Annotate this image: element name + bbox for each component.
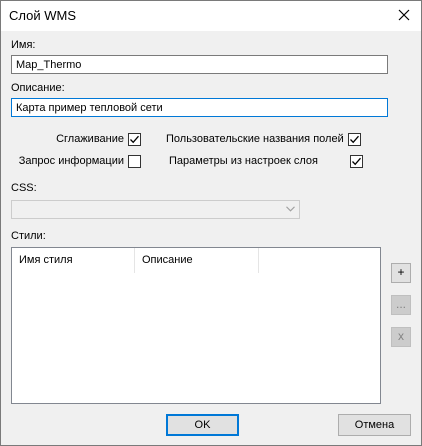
description-label: Описание: [11,82,65,94]
query-info-label: Запрос информации [18,154,124,167]
query-info-checkbox[interactable] [128,154,141,168]
styles-list-header: Имя стиля Описание [12,248,380,273]
wms-layer-dialog: Слой WMS Имя: Map_Thermo Описание: Карта… [0,0,422,446]
user-field-names-label: Пользовательские названия полей [166,132,344,145]
ok-button[interactable]: OK [166,414,239,436]
user-field-names-checkbox[interactable] [347,132,361,146]
edit-style-button[interactable]: ... [391,295,411,315]
cancel-button[interactable]: Отмена [338,414,411,436]
close-icon [398,9,410,21]
query-info-option[interactable]: Запрос информации [19,154,141,168]
title-bar: Слой WMS [1,1,421,31]
checkmark-icon [352,157,362,165]
column-header-style-name[interactable]: Имя стиля [12,248,135,273]
styles-label: Стили: [11,230,46,242]
styles-list[interactable]: Имя стиля Описание [11,247,381,404]
remove-style-button[interactable]: x [391,327,411,347]
add-style-button[interactable]: + [391,263,411,283]
description-input[interactable]: Карта пример тепловой сети [11,98,388,117]
smoothing-checkbox[interactable] [128,132,141,146]
layer-settings-params-label: Параметры из настроек слоя [169,154,319,167]
name-input[interactable]: Map_Thermo [11,55,388,74]
column-header-description[interactable]: Описание [135,248,259,273]
smoothing-label: Сглаживание [56,132,124,145]
window-title: Слой WMS [9,8,76,23]
close-button[interactable] [387,1,421,31]
layer-settings-params-option[interactable]: Параметры из настроек слоя [169,154,364,168]
chevron-down-icon [286,206,295,212]
css-label: CSS: [11,182,37,194]
name-label: Имя: [11,39,36,51]
user-field-names-option[interactable]: Пользовательские названия полей [166,132,361,146]
checkmark-icon [130,135,139,143]
css-select[interactable] [11,200,300,219]
layer-settings-params-checkbox[interactable] [350,154,364,168]
smoothing-option[interactable]: Сглаживание [56,132,141,146]
checkmark-icon [349,135,359,143]
